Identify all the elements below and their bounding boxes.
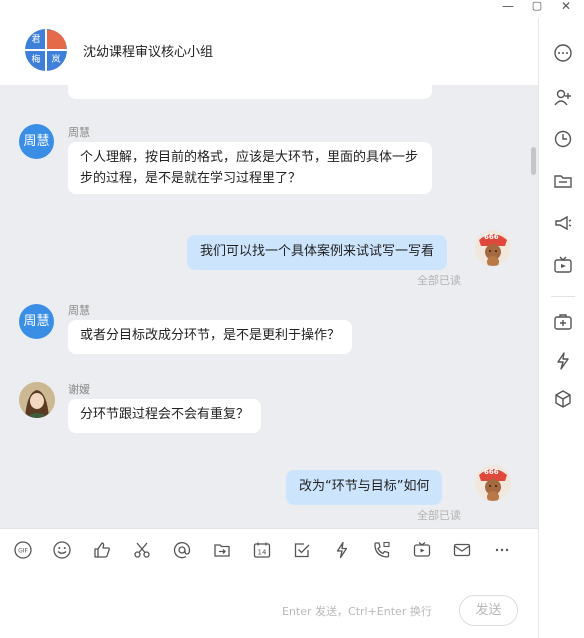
right-sidebar <box>538 18 584 638</box>
maximize-button[interactable]: ▢ <box>527 0 547 14</box>
scissors-icon[interactable] <box>133 541 151 559</box>
avatar-self[interactable]: 666 <box>475 465 511 501</box>
send-button[interactable]: 发送 <box>459 595 518 626</box>
calendar-icon[interactable]: 14 <box>253 541 271 559</box>
video-icon[interactable] <box>413 541 431 559</box>
avatar-badge-text: 666 <box>484 233 499 241</box>
svg-text:GIF: GIF <box>18 548 28 555</box>
message-bubble[interactable] <box>68 85 432 99</box>
avatar-divider <box>25 49 67 51</box>
read-status[interactable]: 全部已读 <box>417 507 461 523</box>
group-avatar-cell <box>46 30 66 50</box>
avatar[interactable]: 周慧 <box>19 124 54 159</box>
scrollbar[interactable] <box>531 147 536 175</box>
group-avatar[interactable]: 君 梅 岚 <box>25 29 67 71</box>
lightning-icon[interactable] <box>553 351 573 371</box>
message-bubble[interactable]: 个人理解，按目前的格式，应该是大环节，里面的具体一步步的过程，是不是就在学习过程… <box>68 142 432 194</box>
input-hint: Enter 发送，Ctrl+Enter 换行 <box>282 605 432 618</box>
app-add-icon[interactable] <box>553 312 573 332</box>
more-icon[interactable] <box>553 43 573 63</box>
emoji-icon[interactable] <box>53 541 71 559</box>
gif-icon[interactable]: GIF <box>14 541 32 559</box>
avatar-badge-text: 666 <box>484 468 499 476</box>
share-file-icon[interactable] <box>213 541 231 559</box>
message-input-area[interactable]: GIF 14 Enter 发送，Ctrl+Enter 换行 发送 <box>0 528 538 638</box>
message-bubble[interactable]: 分环节跟过程会不会有重复？ <box>68 399 262 433</box>
read-status[interactable]: 全部已读 <box>417 272 461 288</box>
cube-icon[interactable] <box>553 389 573 409</box>
message-bubble[interactable]: 或者分目标改成分环节，是不是更利于操作？ <box>68 320 353 354</box>
avatar[interactable]: 周慧 <box>19 304 54 339</box>
avatar[interactable] <box>19 382 55 418</box>
history-icon[interactable] <box>553 129 573 149</box>
message-bubble-self[interactable]: 改为“环节与目标”如何 <box>286 470 443 505</box>
sender-name: 周慧 <box>68 304 90 317</box>
announcement-icon[interactable] <box>553 213 573 233</box>
at-icon[interactable] <box>173 541 191 559</box>
avatar-image-icon <box>19 382 55 418</box>
more-icon[interactable] <box>493 541 511 559</box>
phone-video-icon[interactable] <box>373 541 391 559</box>
group-avatar-cell: 岚 <box>46 50 66 70</box>
group-avatar-cell: 梅 <box>26 50 46 70</box>
chat-header: 君 梅 岚 沈幼课程审议核心小组 <box>0 18 538 85</box>
thumbs-up-icon[interactable] <box>93 541 111 559</box>
add-member-icon[interactable] <box>553 88 573 108</box>
folder-icon[interactable] <box>553 171 573 191</box>
lightning-icon[interactable] <box>333 541 351 559</box>
svg-text:14: 14 <box>258 549 267 557</box>
group-avatar-cell: 君 <box>26 30 46 50</box>
live-icon[interactable] <box>553 255 573 275</box>
mail-icon[interactable] <box>453 541 471 559</box>
close-button[interactable]: ✕ <box>556 0 576 14</box>
sender-name: 谢嫒 <box>68 383 90 396</box>
sidebar-divider <box>551 296 575 297</box>
sender-name: 周慧 <box>68 126 90 139</box>
message-list[interactable]: 周慧 周慧 个人理解，按目前的格式，应该是大环节，里面的具体一步步的过程，是不是… <box>0 85 538 528</box>
avatar-self[interactable]: 666 <box>475 230 511 266</box>
minimize-button[interactable]: — <box>498 0 518 14</box>
group-title[interactable]: 沈幼课程审议核心小组 <box>83 41 213 60</box>
message-bubble-self[interactable]: 我们可以找一个具体案例来试试写一写看 <box>187 235 448 270</box>
title-bar: — ▢ ✕ <box>0 0 584 18</box>
checkbox-icon[interactable] <box>293 541 311 559</box>
